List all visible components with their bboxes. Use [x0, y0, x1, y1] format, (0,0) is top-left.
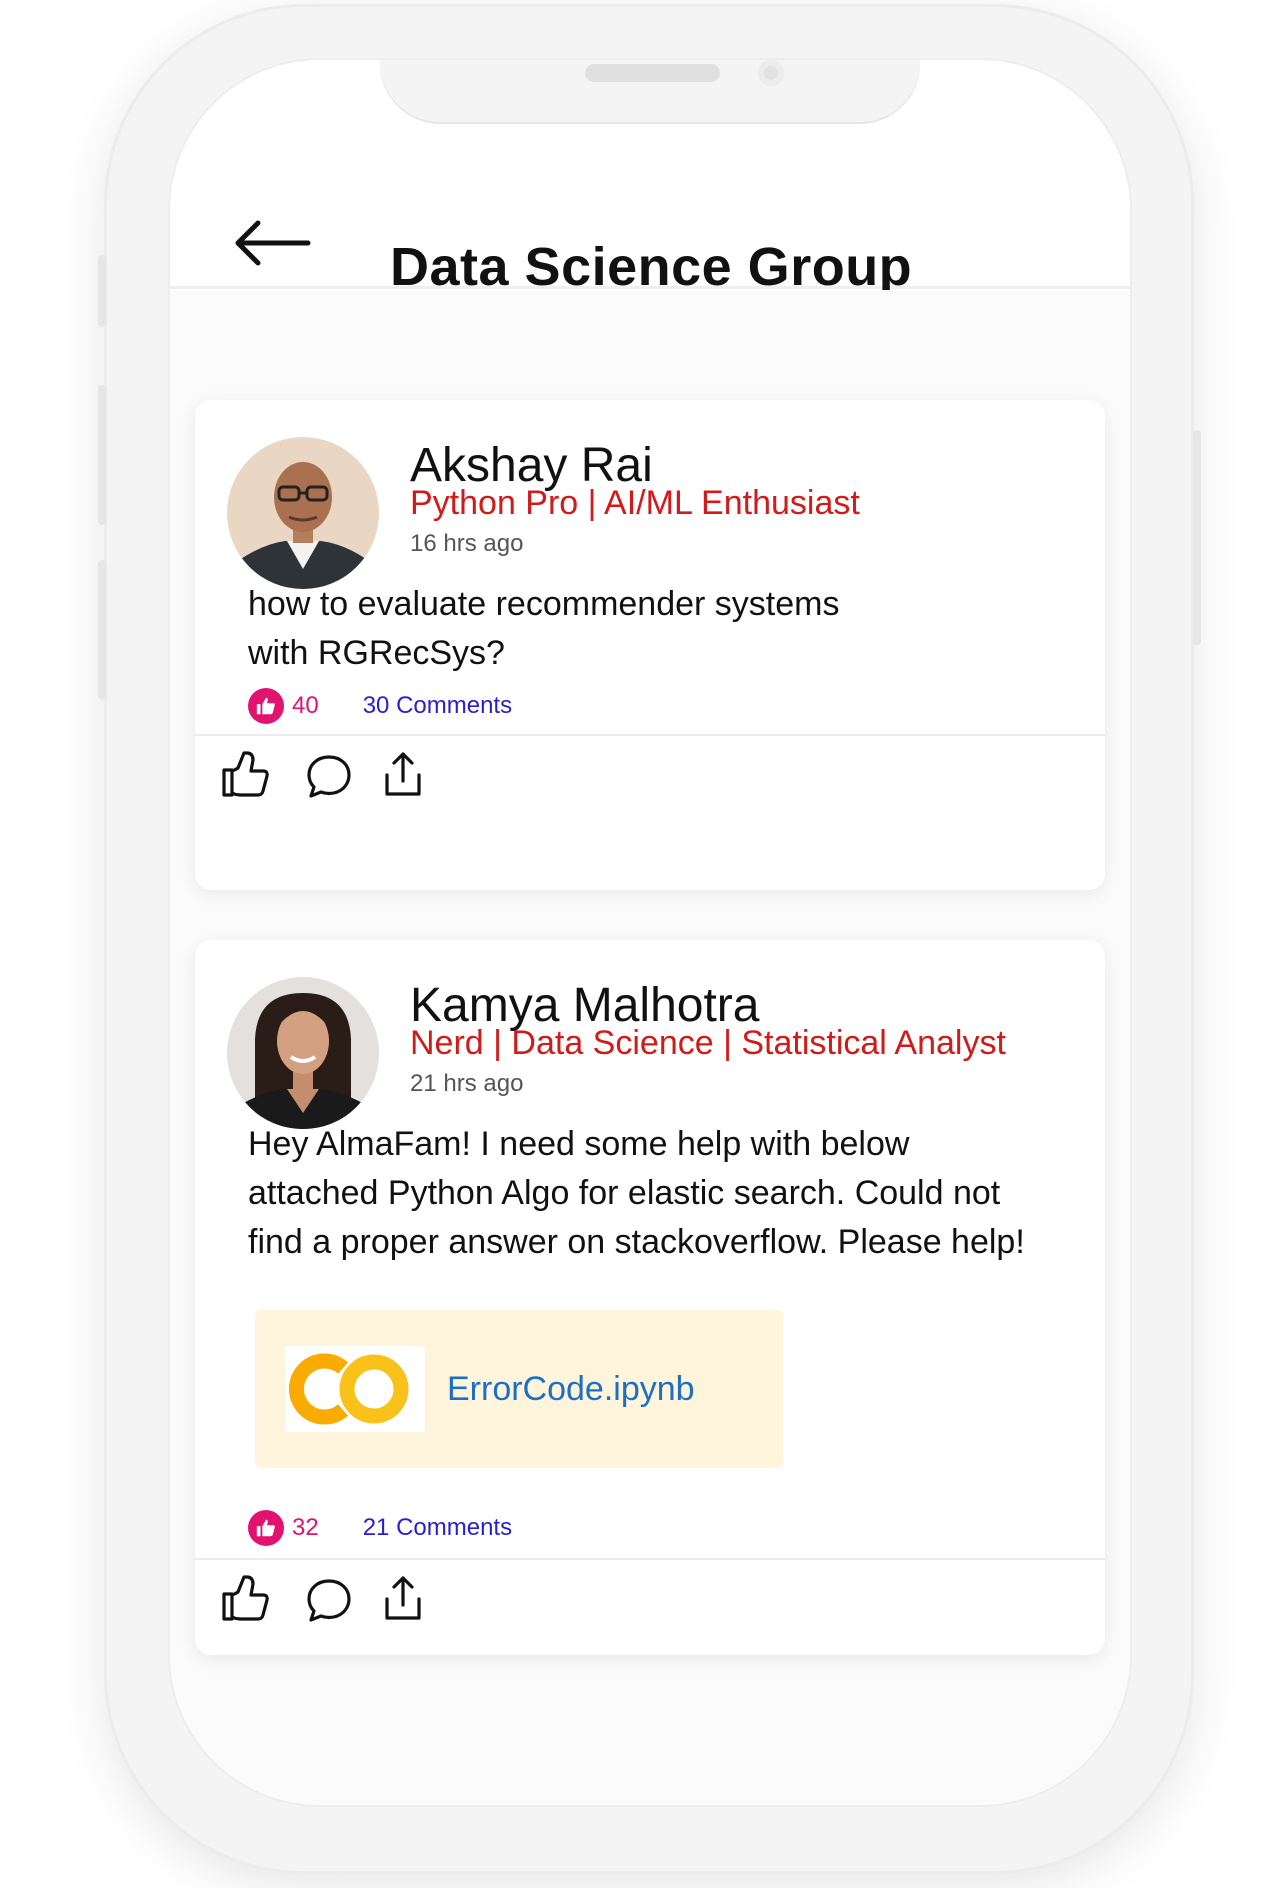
- front-camera: [758, 60, 784, 86]
- phone-screen: Data Science Group Akshay Rai Python Pro…: [170, 60, 1130, 1805]
- phone-side-button: [1193, 430, 1201, 645]
- post-timestamp: 21 hrs ago: [410, 1070, 524, 1097]
- post-timestamp: 16 hrs ago: [410, 530, 524, 557]
- post-stats: 40 30 Comments: [248, 686, 512, 726]
- share-button[interactable]: [377, 748, 429, 800]
- arrow-left-icon: [235, 220, 311, 266]
- thumbs-up-icon: [222, 1575, 269, 1621]
- share-icon: [385, 752, 421, 796]
- avatar-photo: [227, 977, 379, 1129]
- like-badge-icon: [248, 1510, 284, 1546]
- like-button[interactable]: [220, 748, 272, 800]
- comments-count-link[interactable]: 30 Comments: [363, 692, 512, 720]
- post-text: how to evaluate recommender systems with…: [248, 585, 840, 672]
- comment-button[interactable]: [303, 1574, 355, 1626]
- like-count: 40: [292, 692, 319, 719]
- avatar[interactable]: [227, 977, 379, 1129]
- like-badge-icon: [248, 688, 284, 724]
- post-card: Kamya Malhotra Nerd | Data Science | Sta…: [195, 940, 1105, 1655]
- share-icon: [385, 1576, 421, 1620]
- speaker-grille: [585, 64, 720, 82]
- post-text: Hey AlmaFam! I need some help with below…: [248, 1125, 1025, 1261]
- share-button[interactable]: [377, 1572, 429, 1624]
- phone-side-button: [98, 385, 106, 525]
- like-button[interactable]: [220, 1572, 272, 1624]
- notch: [380, 60, 920, 122]
- post-card: Akshay Rai Python Pro | AI/ML Enthusiast…: [195, 400, 1105, 890]
- back-button[interactable]: [232, 218, 312, 268]
- divider: [195, 1558, 1105, 1560]
- like-count: 32: [292, 1514, 319, 1541]
- comments-count-link[interactable]: 21 Comments: [363, 1514, 512, 1542]
- comment-button[interactable]: [303, 750, 355, 802]
- thumbs-up-icon: [222, 751, 269, 797]
- post-feed: Akshay Rai Python Pro | AI/ML Enthusiast…: [170, 290, 1130, 1805]
- colab-logo-icon: [285, 1346, 425, 1432]
- phone-side-button: [98, 255, 106, 327]
- app-header: Data Science Group: [170, 170, 1130, 297]
- author-headline: Python Pro | AI/ML Enthusiast: [410, 484, 860, 522]
- attachment-filename[interactable]: ErrorCode.ipynb: [447, 1370, 695, 1409]
- post-stats: 32 21 Comments: [248, 1508, 512, 1548]
- page-title: Data Science Group: [390, 237, 913, 297]
- avatar-photo: [227, 437, 379, 589]
- divider: [195, 734, 1105, 736]
- comment-bubble-icon: [307, 755, 351, 798]
- avatar[interactable]: [227, 437, 379, 589]
- comment-bubble-icon: [307, 1579, 351, 1622]
- attachment-card[interactable]: ErrorCode.ipynb: [255, 1310, 783, 1468]
- phone-side-button: [98, 560, 106, 700]
- author-headline: Nerd | Data Science | Statistical Analys…: [410, 1024, 1006, 1062]
